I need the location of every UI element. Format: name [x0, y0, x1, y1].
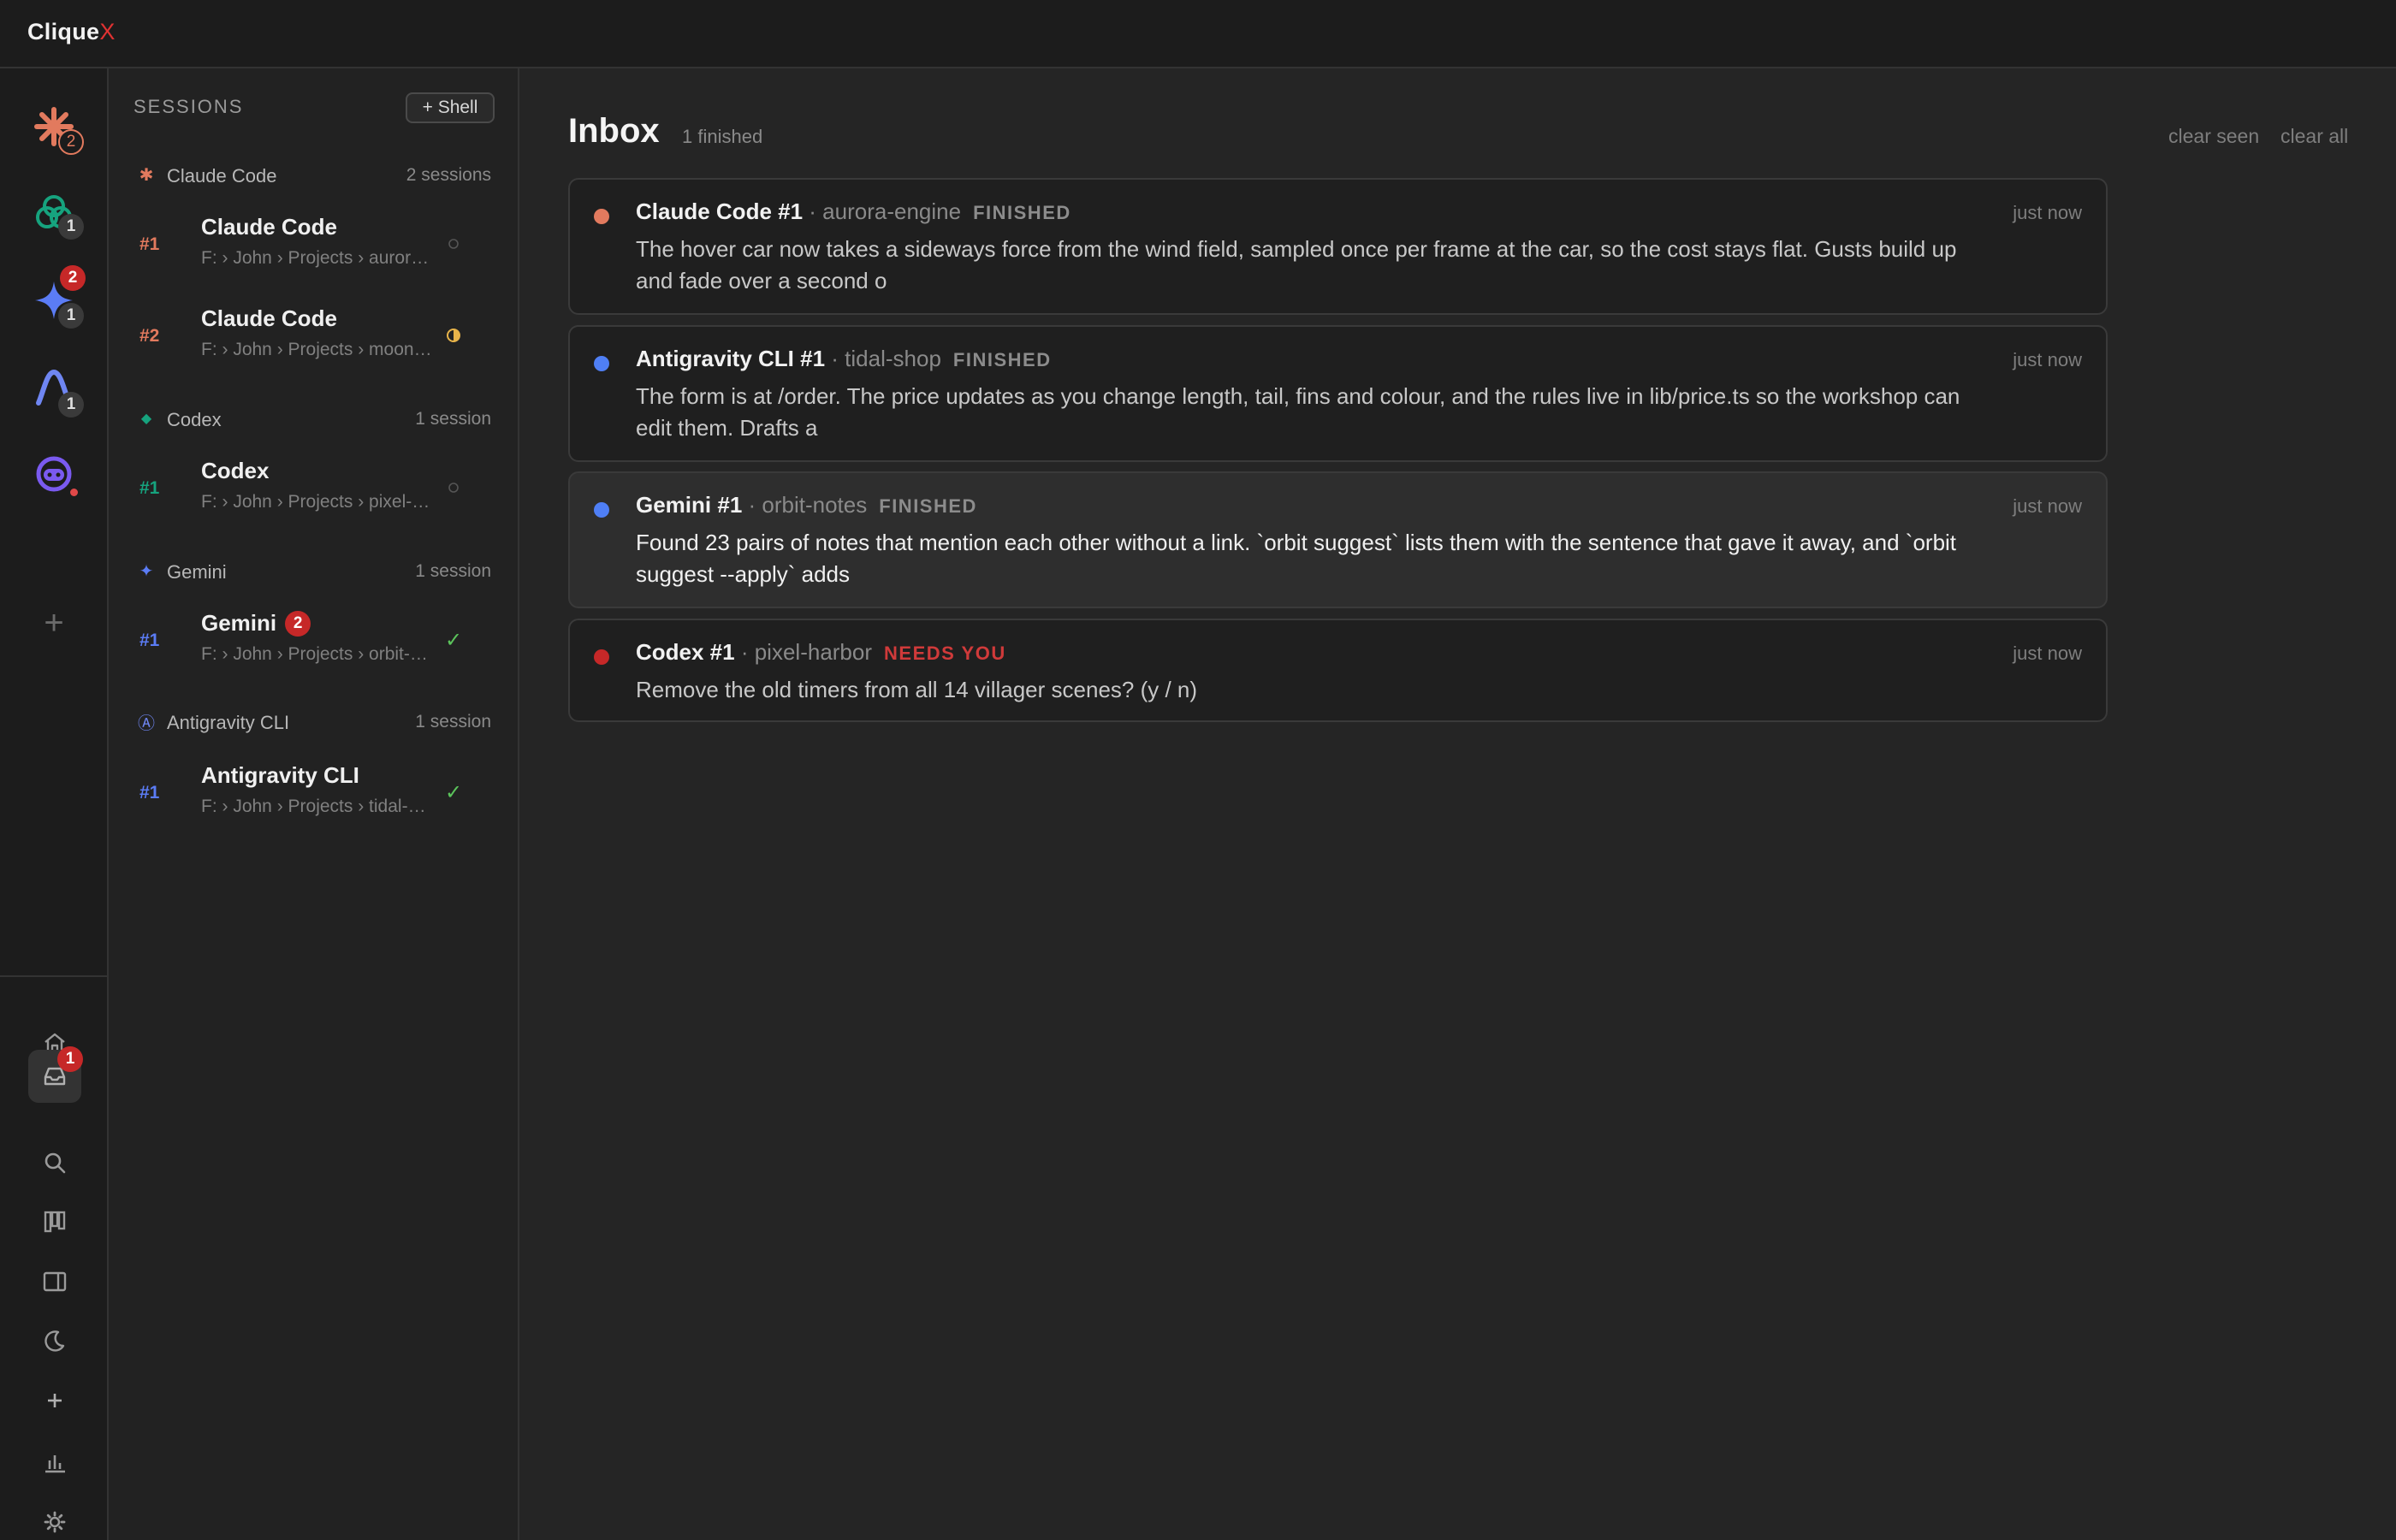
- stats-button[interactable]: [28, 1436, 81, 1489]
- inbox-item-antigravity-1[interactable]: Antigravity CLI #1 · tidal-shop FINISHED …: [568, 325, 2108, 462]
- session-path: F: › John › Projects › tidal-shop: [201, 797, 432, 816]
- plus-icon: [48, 1394, 62, 1407]
- board-button[interactable]: [28, 1195, 81, 1248]
- panel-button[interactable]: [28, 1255, 81, 1308]
- agent-bot-button[interactable]: [26, 446, 82, 502]
- status-dot: [594, 502, 609, 518]
- app-logo: CliqueX: [27, 19, 116, 44]
- agent-antigravity-button[interactable]: 1: [26, 359, 84, 418]
- inbox-item-message: Found 23 pairs of notes that mention eac…: [636, 530, 1957, 587]
- idle-status-icon: [441, 231, 466, 257]
- search-button[interactable]: [28, 1136, 81, 1189]
- sessions-panel: SESSIONS + Shell ✱ Claude Code 2 session…: [109, 68, 519, 1540]
- alert-dot: [70, 489, 78, 496]
- session-path: F: › John › Projects › aurora-engine: [201, 248, 432, 268]
- session-path: F: › John › Projects › pixel-harbor: [201, 492, 432, 512]
- inbox-item-codex-1[interactable]: Codex #1 · pixel-harbor NEEDS YOU just no…: [568, 619, 2108, 722]
- search-icon: [44, 1152, 66, 1174]
- rail-divider: [0, 975, 107, 977]
- session-number: #1: [139, 631, 160, 650]
- timestamp: just now: [2013, 202, 2082, 223]
- status-dot: [594, 209, 609, 224]
- group-header-codex: ◆ Codex 1 session: [109, 406, 519, 434]
- clear-all-link[interactable]: clear all: [2280, 125, 2348, 148]
- theme-button[interactable]: [28, 1314, 81, 1367]
- session-item-claude-code-2[interactable]: #2 Claude Code F: › John › Projects › mo…: [109, 304, 519, 381]
- session-name: Antigravity CLI: [201, 762, 359, 788]
- session-name: Claude Code: [201, 214, 337, 240]
- inbox-item-header: Codex #1 · pixel-harbor NEEDS YOU: [636, 639, 1006, 665]
- asterisk-icon: ✱: [139, 165, 154, 185]
- title-bar: CliqueX: [0, 0, 2396, 68]
- inbox-item-header: Antigravity CLI #1 · tidal-shop FINISHED: [636, 346, 1052, 371]
- inbox-item-header: Gemini #1 · orbit-notes FINISHED: [636, 492, 977, 518]
- agent-codex-button[interactable]: 1: [26, 185, 84, 241]
- board-icon: [44, 1211, 66, 1233]
- session-alert-badge: 2: [285, 611, 311, 637]
- add-agent-plus-icon[interactable]: +: [37, 606, 71, 640]
- settings-button[interactable]: [28, 1496, 81, 1540]
- sessions-heading: SESSIONS: [133, 96, 244, 117]
- inbox-item-claude-code-1[interactable]: Claude Code #1 · aurora-engine FINISHED j…: [568, 178, 2108, 315]
- working-status-icon: [441, 323, 466, 348]
- session-number: #1: [139, 478, 160, 498]
- check-icon: ✓: [444, 628, 463, 652]
- timestamp: just now: [2013, 349, 2082, 370]
- session-name: Claude Code: [201, 305, 337, 331]
- clear-seen-link[interactable]: clear seen: [2168, 125, 2259, 148]
- agent-badge: 1: [58, 214, 84, 240]
- idle-status-icon: [441, 475, 466, 500]
- diamond-icon: ◆: [140, 412, 152, 426]
- agent-badge: 2: [58, 129, 84, 155]
- session-item-codex-1[interactable]: #1 Codex F: › John › Projects › pixel-ha…: [109, 456, 519, 533]
- agent-claude-code-button[interactable]: 2: [26, 98, 84, 155]
- inbox-summary: 1 finished: [682, 126, 763, 147]
- session-name-text: Gemini: [201, 610, 277, 636]
- session-name: Gemini 2: [201, 610, 311, 637]
- circled-a-icon: Ⓐ: [138, 714, 155, 733]
- inbox-item-message: The hover car now takes a sideways force…: [636, 236, 1957, 293]
- agent-alert-badge: 2: [60, 265, 86, 291]
- agent-badge: 1: [58, 303, 84, 329]
- group-header-antigravity: Ⓐ Antigravity CLI 1 session: [138, 712, 491, 733]
- session-item-claude-code-1[interactable]: #1 Claude Code F: › John › Projects › au…: [109, 212, 519, 289]
- page-title: Inbox: [568, 112, 660, 150]
- session-name: Codex: [201, 458, 270, 483]
- session-number: #1: [139, 234, 160, 254]
- group-header-gemini: ✦ Gemini 1 session: [109, 559, 519, 586]
- inbox-view: Inbox 1 finished clear seen clear all Cl…: [519, 68, 2396, 1540]
- agent-badge: 1: [58, 392, 84, 418]
- inbox-badge: 1: [57, 1046, 83, 1072]
- inbox-item-message: Remove the old timers from all 14 villag…: [636, 677, 1198, 702]
- agent-rail: 2 1 2 1 1 + 1: [0, 68, 109, 1540]
- moon-icon: [44, 1330, 65, 1352]
- settings-icon: [44, 1511, 66, 1533]
- group-header-claude-code: ✱ Claude Code 2 sessions: [109, 163, 519, 190]
- session-item-antigravity-1[interactable]: #1 Antigravity CLI F: › John › Projects …: [109, 761, 519, 838]
- session-path: F: › John › Projects › moonlight: [201, 340, 432, 359]
- status-dot: [594, 649, 609, 665]
- robot-icon: [36, 456, 72, 492]
- status-dot: [594, 356, 609, 371]
- agent-gemini-button[interactable]: 2 1: [26, 265, 86, 329]
- session-number: #2: [139, 326, 160, 346]
- stats-icon: [45, 1455, 65, 1473]
- sparkle-icon: ✦: [139, 561, 154, 581]
- panel-icon: [43, 1271, 67, 1292]
- inbox-button[interactable]: 1: [28, 1046, 83, 1103]
- session-item-gemini-1[interactable]: #1 Gemini 2 F: › John › Projects › orbit-…: [109, 608, 519, 685]
- inbox-item-header: Claude Code #1 · aurora-engine FINISHED: [636, 198, 1071, 224]
- inbox-item-message: The form is at /order. The price updates…: [636, 383, 1960, 441]
- new-button[interactable]: [28, 1374, 81, 1427]
- session-path: F: › John › Projects › orbit-notes: [201, 644, 432, 664]
- session-number: #1: [139, 783, 160, 803]
- inbox-item-gemini-1[interactable]: Gemini #1 · orbit-notes FINISHED just now…: [568, 471, 2108, 608]
- timestamp: just now: [2013, 495, 2082, 517]
- new-shell-button[interactable]: + Shell: [406, 92, 495, 123]
- check-icon: ✓: [444, 780, 463, 804]
- timestamp: just now: [2013, 643, 2082, 664]
